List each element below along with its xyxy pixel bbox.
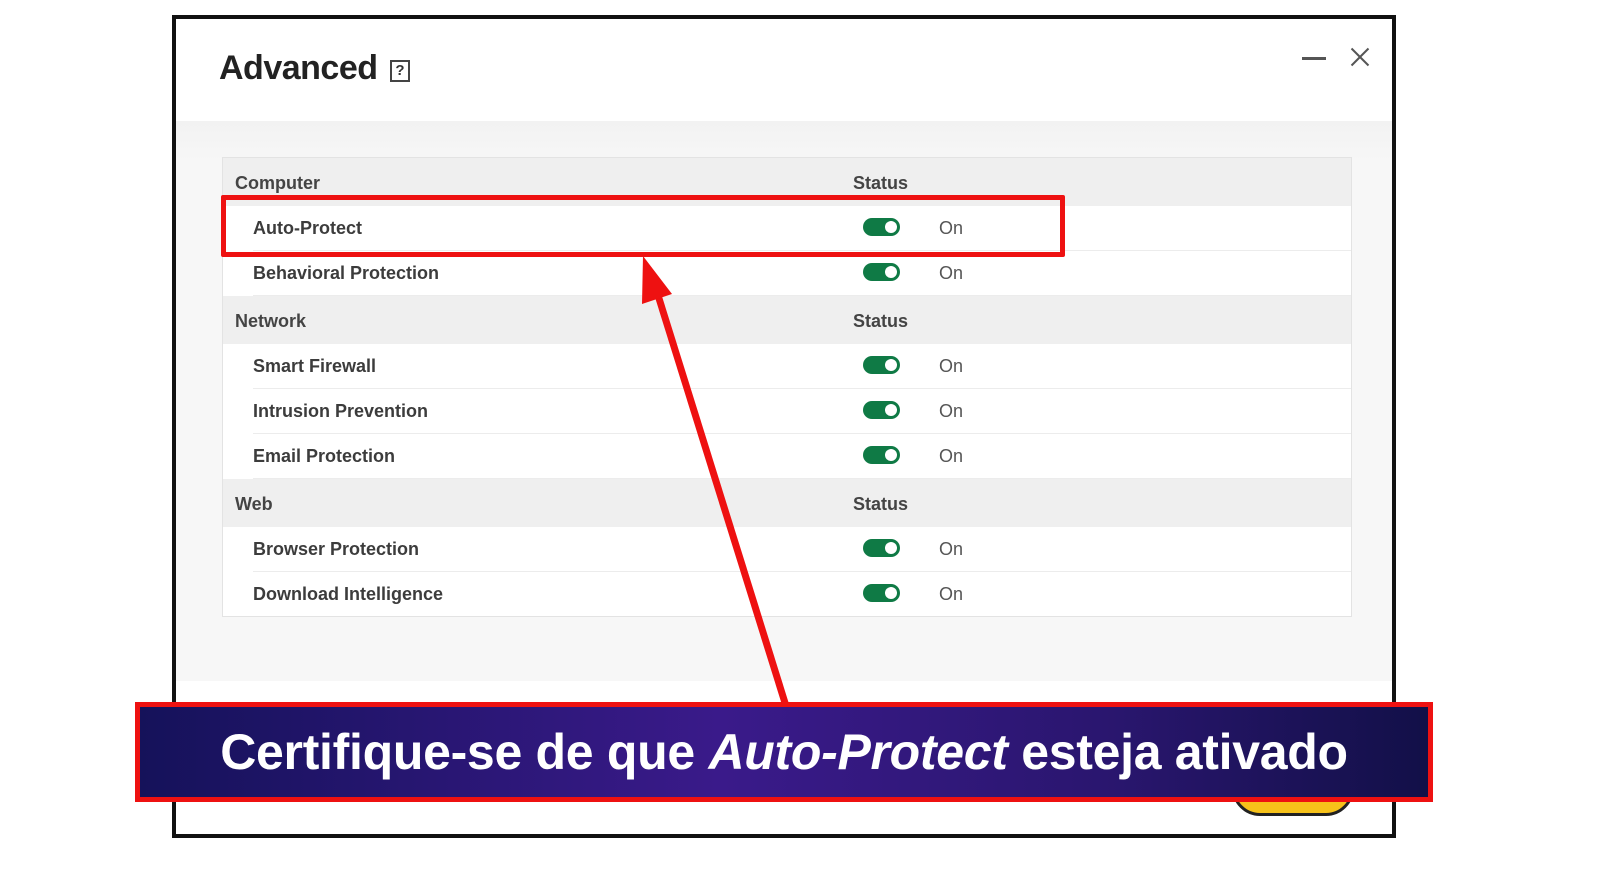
arrow-shaft bbox=[653, 290, 790, 708]
caption-text: Certifique-se de que Auto-Protect esteja… bbox=[220, 723, 1348, 781]
arrow-head bbox=[642, 256, 672, 304]
caption-emphasis: Auto-Protect bbox=[708, 724, 1008, 780]
caption-banner: Certifique-se de que Auto-Protect esteja… bbox=[135, 702, 1433, 802]
screenshot-stage: Advanced ? Computer Status Auto-Protect … bbox=[0, 0, 1599, 874]
caption-prefix: Certifique-se de que bbox=[220, 724, 709, 780]
caption-suffix: esteja ativado bbox=[1007, 724, 1348, 780]
